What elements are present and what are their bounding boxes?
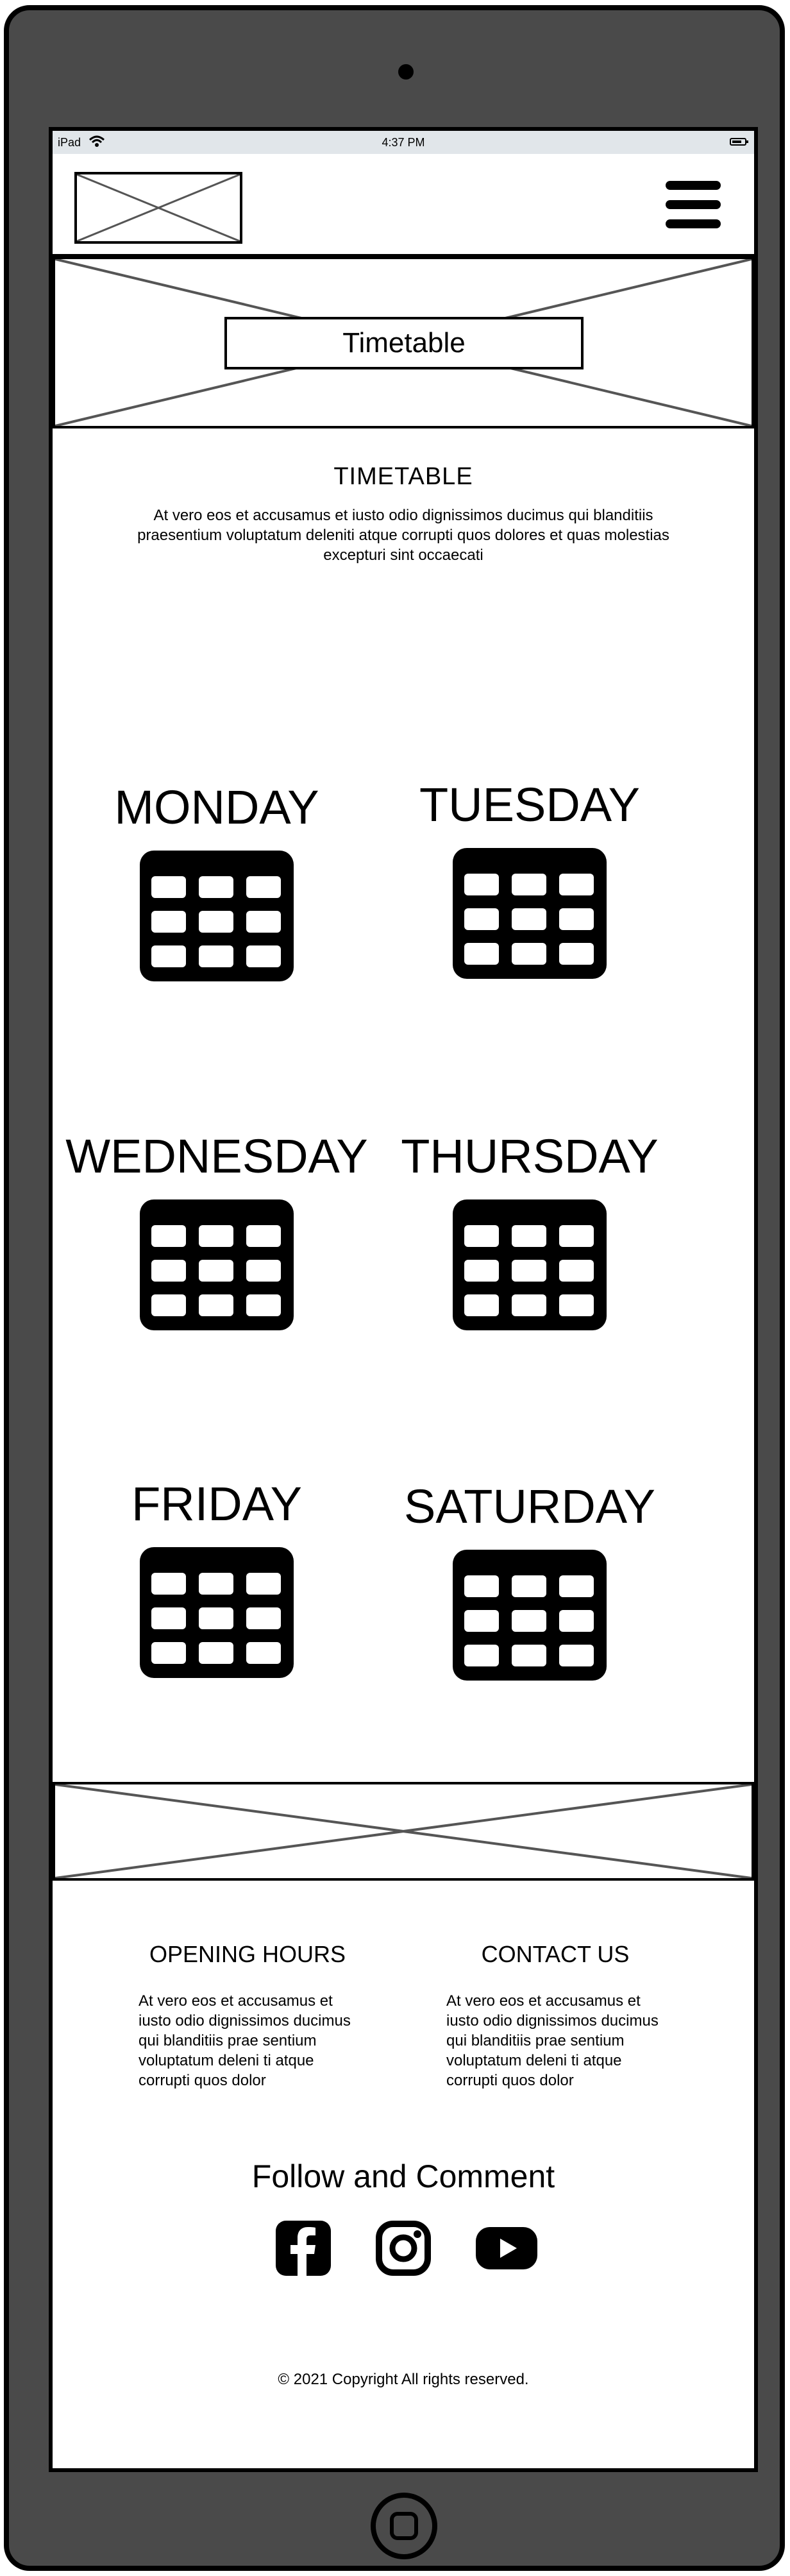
day-wednesday: WEDNESDAY: [56, 1128, 377, 1330]
calendar-cell: [512, 943, 546, 965]
instagram-icon[interactable]: [376, 2221, 431, 2276]
calendar-cell: [464, 1575, 499, 1597]
calendar-cell: [559, 1294, 594, 1316]
youtube-icon[interactable]: [476, 2221, 537, 2276]
day-label: MONDAY: [114, 781, 319, 834]
calendar-cell: [199, 911, 233, 933]
calendar-cell: [246, 911, 281, 933]
opening-hours-text: At vero eos et accusamus et iusto odio d…: [139, 1992, 351, 2089]
calendar-cell: [246, 876, 281, 898]
calendar-cell: [559, 1645, 594, 1666]
calendar-cell: [151, 1260, 186, 1282]
calendar-grid-icon[interactable]: [140, 1199, 294, 1330]
calendar-cell: [199, 1573, 233, 1595]
hero-banner-placeholder: Timetable: [53, 257, 754, 428]
calendar-cell: [151, 1573, 186, 1595]
footer-banner-placeholder: [53, 1782, 754, 1881]
calendar-cell: [199, 1225, 233, 1247]
calendar-cell: [199, 1607, 233, 1629]
day-tuesday: TUESDAY: [369, 776, 690, 979]
calendar-cell: [246, 1225, 281, 1247]
calendar-cell: [464, 1645, 499, 1666]
opening-hours-heading: OPENING HOURS: [149, 1941, 346, 1967]
calendar-cell: [464, 908, 499, 930]
calendar-cell: [512, 874, 546, 895]
calendar-grid-icon[interactable]: [453, 848, 607, 979]
calendar-cell: [464, 1260, 499, 1282]
calendar-cell: [559, 874, 594, 895]
home-button[interactable]: [371, 2493, 437, 2559]
contact-us-text: At vero eos et accusamus et iusto odio d…: [446, 1992, 659, 2089]
calendar-grid-icon[interactable]: [453, 1199, 607, 1330]
calendar-cell: [512, 1294, 546, 1316]
calendar-cell: [559, 1575, 594, 1597]
status-time: 4:37 PM: [382, 136, 425, 149]
calendar-cell: [464, 1225, 499, 1247]
calendar-cell: [512, 1645, 546, 1666]
day-label: WEDNESDAY: [65, 1130, 368, 1183]
calendar-cell: [559, 1610, 594, 1632]
timetable-intro: At vero eos et accusamus et iusto odio d…: [137, 507, 669, 564]
calendar-cell: [151, 876, 186, 898]
follow-heading: Follow and Comment: [251, 2158, 555, 2194]
calendar-cell: [559, 943, 594, 965]
calendar-cell: [246, 1642, 281, 1664]
day-label: THURSDAY: [401, 1130, 659, 1183]
calendar-cell: [151, 1607, 186, 1629]
calendar-cell: [151, 1294, 186, 1316]
calendar-cell: [464, 1610, 499, 1632]
device-screen: iPad 4:37 PM Timetable TIMETABLE At vero…: [49, 127, 758, 2472]
calendar-cell: [512, 1575, 546, 1597]
calendar-cell: [512, 1610, 546, 1632]
status-bar: iPad 4:37 PM: [53, 131, 754, 154]
calendar-cell: [199, 876, 233, 898]
day-label: TUESDAY: [419, 778, 641, 831]
calendar-cell: [246, 945, 281, 967]
day-label: FRIDAY: [131, 1477, 302, 1530]
calendar-grid-icon[interactable]: [140, 851, 294, 981]
hero-title-box: Timetable: [224, 317, 584, 369]
timetable-heading: TIMETABLE: [333, 463, 473, 490]
battery-icon: [730, 138, 748, 146]
facebook-icon[interactable]: [276, 2221, 331, 2276]
copyright-text: © 2021 Copyright All rights reserved.: [278, 2371, 529, 2388]
calendar-cell: [464, 1294, 499, 1316]
day-label: SATURDAY: [404, 1480, 655, 1533]
calendar-cell: [246, 1260, 281, 1282]
calendar-cell: [559, 1225, 594, 1247]
calendar-cell: [464, 874, 499, 895]
hamburger-menu-icon[interactable]: [666, 181, 721, 230]
day-thursday: THURSDAY: [369, 1128, 690, 1330]
calendar-cell: [199, 1260, 233, 1282]
calendar-cell: [151, 1642, 186, 1664]
calendar-cell: [199, 1294, 233, 1316]
calendar-cell: [151, 911, 186, 933]
calendar-cell: [512, 908, 546, 930]
calendar-cell: [246, 1607, 281, 1629]
calendar-grid-icon[interactable]: [453, 1550, 607, 1681]
contact-us-heading: CONTACT US: [481, 1941, 630, 1967]
calendar-cell: [199, 945, 233, 967]
calendar-cell: [559, 908, 594, 930]
ipad-device-frame: iPad 4:37 PM Timetable TIMETABLE At vero…: [4, 5, 785, 2571]
calendar-cell: [199, 1642, 233, 1664]
calendar-cell: [246, 1294, 281, 1316]
calendar-cell: [151, 1225, 186, 1247]
calendar-grid-icon[interactable]: [140, 1547, 294, 1678]
logo-placeholder[interactable]: [74, 172, 242, 244]
calendar-cell: [559, 1260, 594, 1282]
calendar-cell: [151, 945, 186, 967]
calendar-cell: [246, 1573, 281, 1595]
day-monday: MONDAY: [56, 779, 377, 981]
day-saturday: SATURDAY: [369, 1478, 690, 1681]
calendar-cell: [464, 943, 499, 965]
calendar-cell: [512, 1260, 546, 1282]
calendar-cell: [512, 1225, 546, 1247]
day-friday: FRIDAY: [56, 1475, 377, 1678]
camera-dot: [398, 64, 414, 80]
